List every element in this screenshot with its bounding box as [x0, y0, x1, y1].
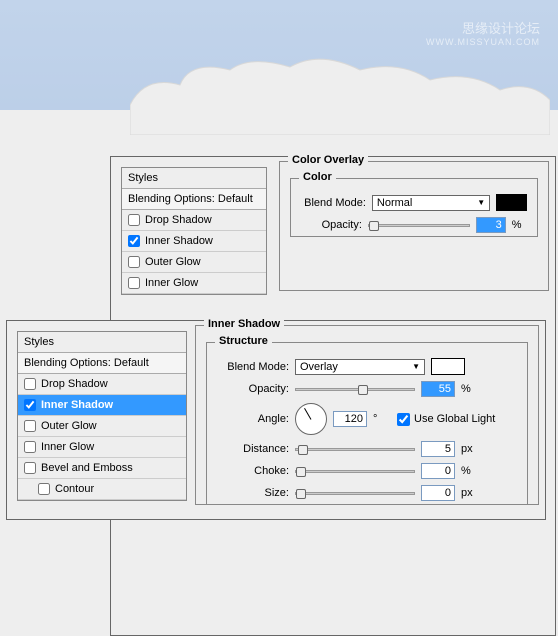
opacity-input[interactable]: 55: [421, 381, 455, 397]
choke-label: Choke:: [217, 465, 289, 477]
inner-shadow-checkbox[interactable]: [24, 399, 36, 411]
color-overlay-group: Color Overlay Color Blend Mode: Normal ▼…: [279, 161, 549, 291]
slider-thumb[interactable]: [298, 445, 308, 455]
opacity-label: Opacity:: [301, 219, 362, 231]
blend-mode-select[interactable]: Overlay ▼: [295, 359, 425, 375]
watermark-sub: WWW.MISSYUAN.COM: [426, 37, 540, 47]
global-light-checkbox[interactable]: [397, 413, 410, 426]
structure-subgroup: Structure Blend Mode: Overlay ▼ Opacity:…: [206, 342, 528, 505]
blend-mode-value: Overlay: [300, 361, 338, 373]
size-slider[interactable]: [295, 492, 415, 495]
style-label: Inner Glow: [41, 441, 94, 453]
style-item-outer-glow[interactable]: Outer Glow: [18, 416, 186, 437]
size-input[interactable]: 0: [421, 485, 455, 501]
outer-glow-checkbox[interactable]: [24, 420, 36, 432]
blend-mode-select[interactable]: Normal ▼: [372, 195, 490, 211]
blending-options-row[interactable]: Blending Options: Default: [18, 353, 186, 374]
styles-header: Styles: [122, 168, 266, 189]
distance-slider[interactable]: [295, 448, 415, 451]
size-unit: px: [461, 487, 479, 499]
style-label: Outer Glow: [145, 256, 201, 268]
angle-needle: [304, 408, 311, 420]
blend-mode-label: Blend Mode:: [217, 361, 289, 373]
slider-thumb[interactable]: [296, 467, 306, 477]
opacity-input[interactable]: 3: [476, 217, 506, 233]
watermark: 思缘设计论坛 WWW.MISSYUAN.COM: [426, 18, 540, 47]
distance-unit: px: [461, 443, 479, 455]
opacity-label: Opacity:: [217, 383, 289, 395]
blend-mode-value: Normal: [377, 197, 412, 209]
style-label: Drop Shadow: [145, 214, 212, 226]
style-item-inner-shadow[interactable]: Inner Shadow: [122, 231, 266, 252]
style-label: Outer Glow: [41, 420, 97, 432]
style-label: Inner Shadow: [145, 235, 213, 247]
choke-slider[interactable]: [295, 470, 415, 473]
style-item-inner-glow[interactable]: Inner Glow: [18, 437, 186, 458]
style-label: Inner Glow: [145, 277, 198, 289]
distance-label: Distance:: [217, 443, 289, 455]
drop-shadow-checkbox[interactable]: [128, 214, 140, 226]
layer-style-dialog-2: Styles Blending Options: Default Drop Sh…: [6, 320, 546, 520]
chevron-down-icon: ▼: [477, 198, 485, 207]
inner-glow-checkbox[interactable]: [24, 441, 36, 453]
style-label: Drop Shadow: [41, 378, 108, 390]
slider-thumb[interactable]: [358, 385, 368, 395]
blend-mode-label: Blend Mode:: [301, 197, 366, 209]
style-item-inner-glow[interactable]: Inner Glow: [122, 273, 266, 294]
angle-unit: °: [373, 413, 391, 425]
inner-shadow-checkbox[interactable]: [128, 235, 140, 247]
contour-checkbox[interactable]: [38, 483, 50, 495]
angle-dial[interactable]: [295, 403, 327, 435]
structure-legend: Structure: [215, 335, 272, 347]
inner-shadow-legend: Inner Shadow: [204, 318, 284, 330]
angle-input[interactable]: 120: [333, 411, 367, 427]
color-overlay-legend: Color Overlay: [288, 154, 368, 166]
chevron-down-icon: ▼: [412, 362, 420, 371]
style-item-contour[interactable]: Contour: [18, 479, 186, 500]
size-label: Size:: [217, 487, 289, 499]
cloud-graphic: [130, 55, 550, 135]
choke-unit: %: [461, 465, 479, 477]
angle-label: Angle:: [217, 413, 289, 425]
color-subgroup-legend: Color: [299, 171, 336, 183]
slider-thumb[interactable]: [369, 221, 379, 231]
styles-list: Styles Blending Options: Default Drop Sh…: [17, 331, 187, 501]
opacity-unit: %: [512, 219, 527, 231]
blending-options-row[interactable]: Blending Options: Default: [122, 189, 266, 210]
color-swatch[interactable]: [496, 194, 527, 211]
distance-input[interactable]: 5: [421, 441, 455, 457]
choke-input[interactable]: 0: [421, 463, 455, 479]
color-swatch[interactable]: [431, 358, 465, 375]
style-label: Contour: [55, 483, 94, 495]
style-item-inner-shadow[interactable]: Inner Shadow: [18, 395, 186, 416]
opacity-unit: %: [461, 383, 479, 395]
global-light-label: Use Global Light: [414, 413, 495, 425]
inner-glow-checkbox[interactable]: [128, 277, 140, 289]
inner-shadow-group: Inner Shadow Structure Blend Mode: Overl…: [195, 325, 539, 505]
opacity-slider[interactable]: [295, 388, 415, 391]
slider-thumb[interactable]: [296, 489, 306, 499]
style-label: Bevel and Emboss: [41, 462, 133, 474]
styles-header: Styles: [18, 332, 186, 353]
style-item-outer-glow[interactable]: Outer Glow: [122, 252, 266, 273]
drop-shadow-checkbox[interactable]: [24, 378, 36, 390]
opacity-slider[interactable]: [368, 224, 470, 227]
outer-glow-checkbox[interactable]: [128, 256, 140, 268]
color-subgroup: Color Blend Mode: Normal ▼ Opacity: 3 %: [290, 178, 538, 237]
style-item-drop-shadow[interactable]: Drop Shadow: [122, 210, 266, 231]
styles-list: Styles Blending Options: Default Drop Sh…: [121, 167, 267, 295]
watermark-main: 思缘设计论坛: [426, 18, 540, 37]
style-label: Inner Shadow: [41, 399, 113, 411]
style-item-bevel-emboss[interactable]: Bevel and Emboss: [18, 458, 186, 479]
bevel-emboss-checkbox[interactable]: [24, 462, 36, 474]
style-item-drop-shadow[interactable]: Drop Shadow: [18, 374, 186, 395]
